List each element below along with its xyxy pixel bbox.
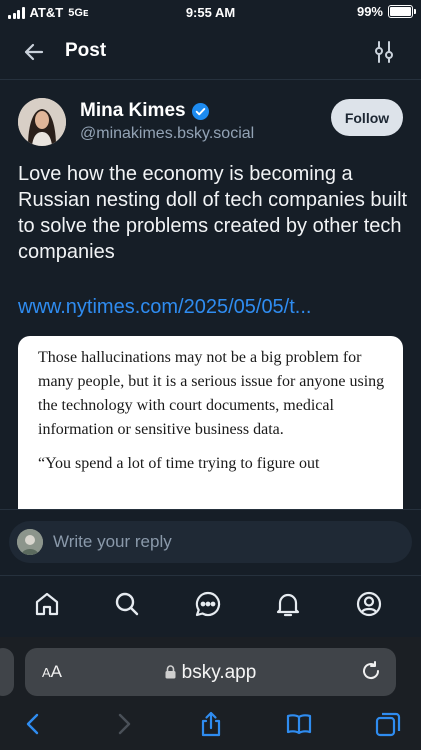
chat-icon[interactable] [194, 590, 222, 618]
share-icon[interactable] [197, 710, 225, 738]
user-avatar [17, 529, 43, 555]
author-handle[interactable]: @minakimes.bsky.social [80, 125, 254, 143]
reply-placeholder: Write your reply [53, 532, 172, 551]
embed-paragraph: Those hallucinations may not be a big pr… [38, 349, 385, 438]
reload-icon[interactable] [360, 660, 382, 682]
lock-icon [165, 665, 176, 679]
sliders-icon[interactable] [373, 40, 395, 64]
notifications-icon[interactable] [274, 590, 302, 618]
bookmarks-icon[interactable] [285, 710, 313, 738]
url-display[interactable]: bsky.app [25, 662, 396, 684]
tabs-icon[interactable] [374, 710, 402, 738]
verified-badge-icon [191, 102, 209, 120]
embedded-image[interactable]: Those hallucinations may not be a big pr… [18, 336, 403, 536]
bottom-tab-bar [0, 575, 421, 637]
author-name[interactable]: Mina Kimes [80, 100, 186, 122]
previous-tab[interactable] [0, 648, 14, 696]
battery-icon [388, 5, 416, 18]
profile-icon[interactable] [355, 590, 383, 618]
page-title: Post [65, 40, 107, 61]
browser-back-icon[interactable] [19, 710, 47, 738]
reply-input[interactable]: Write your reply [9, 521, 412, 563]
reply-bar: Write your reply [0, 509, 421, 575]
home-icon[interactable] [33, 590, 61, 618]
address-bar[interactable]: AA bsky.app [25, 648, 396, 696]
embed-paragraph: “You spend a lot of time trying to figur… [38, 455, 320, 472]
arrow-left-icon[interactable] [22, 40, 46, 64]
post-text: Love how the economy is becoming a Russi… [18, 163, 408, 263]
browser-forward-icon[interactable] [110, 710, 138, 738]
search-icon[interactable] [113, 590, 141, 618]
browser-toolbar: AA bsky.app [0, 637, 421, 750]
top-bar: Post [0, 24, 421, 80]
url-text: bsky.app [181, 662, 257, 683]
post-link[interactable]: www.nytimes.com/2025/05/05/t... [18, 296, 311, 319]
author-avatar[interactable] [18, 98, 66, 146]
battery-percent: 99% [356, 4, 383, 19]
follow-button[interactable]: Follow [331, 99, 403, 136]
status-bar: AT&T 5Gᴇ 9:55 AM 99% [0, 0, 421, 24]
